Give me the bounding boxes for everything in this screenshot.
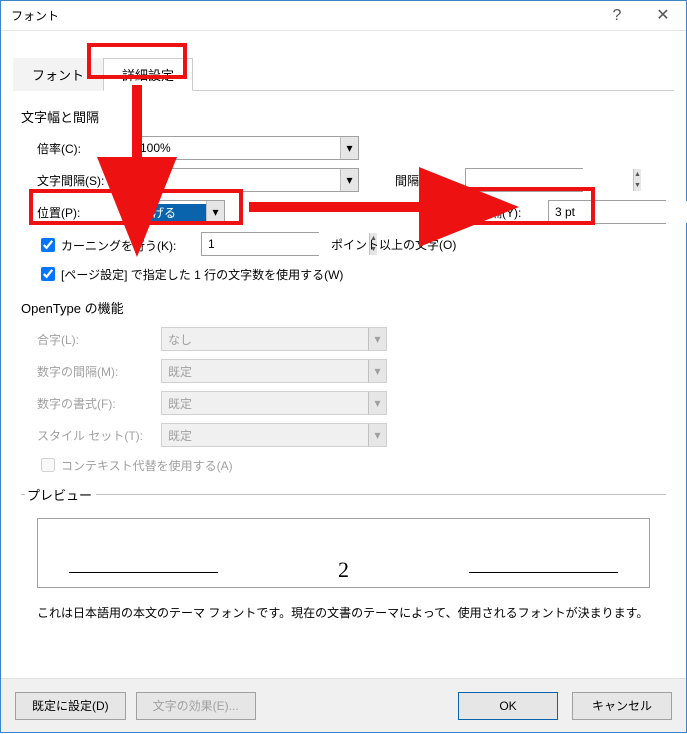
tab-strip: フォント 詳細設定	[13, 57, 674, 91]
label-styleset: スタイル セット(T):	[21, 427, 161, 444]
font-dialog: フォント ? ✕ フォント 詳細設定 文字幅と間隔 倍率(C): 100% ▾ …	[0, 0, 687, 733]
chevron-down-icon[interactable]: ▾	[340, 169, 358, 191]
scale-value: 100%	[134, 141, 340, 155]
label-scale: 倍率(C):	[21, 140, 133, 157]
text-effects-button: 文字の効果(E)...	[136, 692, 256, 720]
spacing-value: 標準	[134, 172, 340, 189]
tab-font[interactable]: フォント	[13, 58, 103, 91]
help-button[interactable]: ?	[594, 1, 640, 31]
chevron-down-icon[interactable]: ▾	[206, 201, 224, 223]
context-alt-checkbox	[41, 458, 55, 472]
label-kerning-after: ポイント以上の文字(O)	[331, 236, 456, 253]
chevron-down-icon: ▾	[368, 360, 386, 382]
position-combo[interactable]: 上げる ▾	[133, 200, 225, 224]
kerning-field[interactable]: ▲▼	[201, 232, 319, 256]
preview-group: プレビュー 2 これは日本語用の本文のテーマ フォントです。現在の文書のテーマに…	[21, 485, 666, 633]
spacing-combo[interactable]: 標準 ▾	[133, 168, 359, 192]
close-button[interactable]: ✕	[640, 1, 686, 31]
button-bar: 既定に設定(D) 文字の効果(E)... OK キャンセル	[1, 678, 686, 732]
numspacing-value: 既定	[162, 363, 368, 380]
label-page-setup: [ページ設定] で指定した 1 行の文字数を使用する(W)	[61, 266, 343, 283]
label-context-alt: コンテキスト代替を使用する(A)	[61, 457, 233, 474]
position-value: 上げる	[134, 204, 206, 221]
set-default-button[interactable]: 既定に設定(D)	[15, 692, 126, 720]
preview-legend: プレビュー	[25, 485, 96, 504]
preview-box: 2	[37, 518, 650, 588]
styleset-value: 既定	[162, 427, 368, 444]
label-numspacing: 数字の間隔(M):	[21, 363, 161, 380]
scale-combo[interactable]: 100% ▾	[133, 136, 359, 160]
label-spacing: 文字間隔(S):	[21, 172, 133, 189]
label-spacing-by: 間隔(B):	[395, 172, 465, 189]
chevron-down-icon[interactable]: ▾	[340, 137, 358, 159]
position-by-input[interactable]	[549, 201, 687, 223]
group-opentype: OpenType の機能	[21, 298, 666, 317]
chevron-down-icon: ▾	[368, 392, 386, 414]
kerning-checkbox[interactable]	[41, 238, 55, 252]
label-kerning: カーニングを行う(K):	[61, 237, 176, 254]
ligatures-value: なし	[162, 331, 368, 348]
titlebar: フォント ? ✕	[1, 1, 686, 31]
label-ligatures: 合字(L):	[21, 331, 161, 348]
ligatures-combo: なし ▾	[161, 327, 387, 351]
cancel-button[interactable]: キャンセル	[572, 692, 672, 720]
label-numform: 数字の書式(F):	[21, 395, 161, 412]
window-title: フォント	[1, 1, 594, 31]
spacing-by-input[interactable]	[466, 169, 633, 191]
stepper-icon[interactable]: ▲▼	[633, 169, 641, 191]
chevron-down-icon: ▾	[368, 328, 386, 350]
group-char-spacing: 文字幅と間隔	[21, 107, 666, 126]
chevron-down-icon: ▾	[368, 424, 386, 446]
preview-description: これは日本語用の本文のテーマ フォントです。現在の文書のテーマによって、使用され…	[25, 592, 662, 633]
numspacing-combo: 既定 ▾	[161, 359, 387, 383]
spacing-by-field[interactable]: ▲▼	[465, 168, 583, 192]
preview-sample: 2	[218, 557, 469, 583]
numform-value: 既定	[162, 395, 368, 412]
label-position: 位置(P):	[21, 204, 133, 221]
ok-button[interactable]: OK	[458, 692, 558, 720]
numform-combo: 既定 ▾	[161, 391, 387, 415]
tab-advanced[interactable]: 詳細設定	[103, 58, 193, 91]
position-by-field[interactable]: ▲▼	[548, 200, 666, 224]
label-position-by: 間隔(Y):	[478, 204, 548, 221]
styleset-combo: 既定 ▾	[161, 423, 387, 447]
page-setup-checkbox[interactable]	[41, 267, 55, 281]
